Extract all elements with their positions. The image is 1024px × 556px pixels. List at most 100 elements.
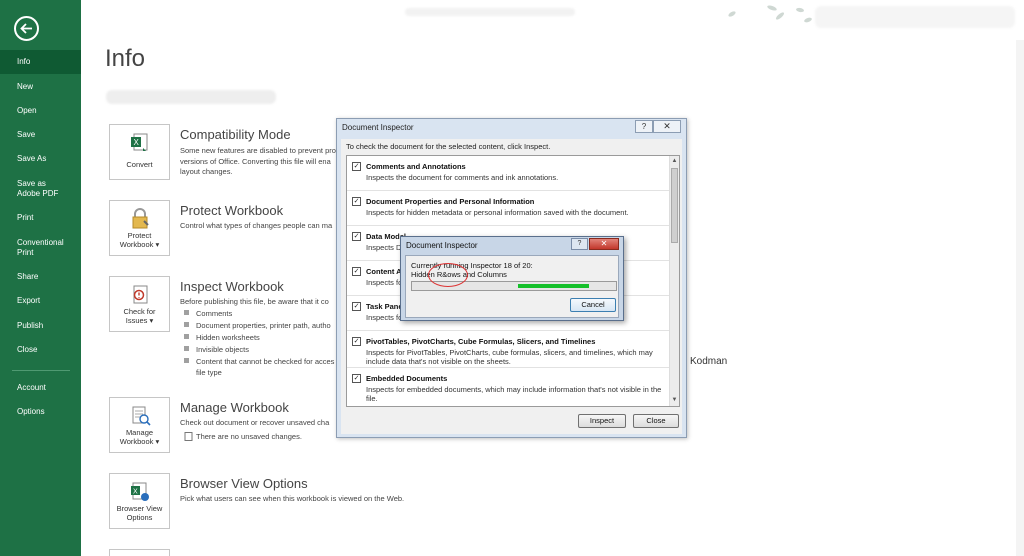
- sidebar-item-export[interactable]: Export: [0, 296, 81, 306]
- sidebar-item-label: Print: [17, 213, 34, 222]
- redacted-filename: [405, 8, 575, 16]
- list-item: ✓ PivotTables, PivotCharts, Cube Formula…: [347, 331, 669, 368]
- sidebar-divider: [12, 370, 70, 371]
- sidebar-item-save-as-pdf[interactable]: Save as Adobe PDF: [0, 179, 70, 199]
- owner-name: Kodman: [690, 356, 728, 367]
- manage-workbook-icon: [132, 406, 151, 426]
- manage-text: Check out document or recover unsaved ch…: [180, 418, 330, 427]
- task-pane-checkbox[interactable]: ✓: [352, 302, 361, 311]
- close-icon[interactable]: ✕: [653, 120, 681, 133]
- page-title: Info: [105, 45, 146, 72]
- excel-backstage: Info New Open Save Save As Save as Adobe…: [0, 0, 1024, 556]
- sidebar-item-options[interactable]: Options: [0, 407, 81, 417]
- tile-label: Issues ▾: [125, 316, 154, 325]
- sidebar-item-account[interactable]: Account: [0, 383, 81, 393]
- next-tile-partial: [109, 549, 170, 556]
- manage-workbook-button[interactable]: Manage Workbook ▾: [109, 397, 170, 453]
- help-button[interactable]: ?: [571, 238, 588, 250]
- inspect-button[interactable]: Inspect: [578, 414, 626, 428]
- dialog-title: Document Inspector: [342, 123, 414, 132]
- sidebar-item-label: Open: [17, 106, 37, 115]
- sidebar-item-save-as[interactable]: Save As: [0, 154, 81, 164]
- svg-text:X: X: [134, 138, 140, 147]
- protect-text: Control what types of changes people can…: [180, 221, 333, 230]
- item-title: Document Properties and Personal Informa…: [366, 197, 535, 206]
- sidebar-item-label: Share: [17, 272, 39, 281]
- sidebar-item-open[interactable]: Open: [0, 106, 81, 116]
- tile-label: Convert: [126, 160, 153, 169]
- cancel-button[interactable]: Cancel: [570, 298, 616, 312]
- sidebar-item-label: Conventional Print: [17, 238, 64, 257]
- sidebar-item-save[interactable]: Save: [0, 130, 81, 140]
- sidebar-item-label: Close: [17, 345, 38, 354]
- sidebar-item-label: Publish: [17, 321, 44, 330]
- page-scrollbar[interactable]: [1016, 40, 1024, 556]
- inspect-bullet-continued: file type: [196, 368, 222, 377]
- protect-workbook-button[interactable]: Protect Workbook ▾: [109, 200, 170, 256]
- compatibility-title: Compatibility Mode: [180, 127, 291, 142]
- compatibility-text: layout changes.: [180, 167, 233, 176]
- sidebar-item-label: Save As: [17, 154, 47, 163]
- sidebar-item-publish[interactable]: Publish: [0, 321, 81, 331]
- sidebar-item-label: New: [17, 82, 34, 91]
- back-arrow-icon[interactable]: [14, 16, 39, 41]
- tile-label: Browser View: [116, 504, 163, 513]
- content-addins-checkbox[interactable]: ✓: [352, 267, 361, 276]
- scroll-up-icon[interactable]: ▲: [671, 157, 678, 166]
- sidebar-item-label: Save: [17, 130, 36, 139]
- sidebar-item-conventional-print[interactable]: Conventional Print: [0, 238, 72, 258]
- data-model-checkbox[interactable]: ✓: [352, 232, 361, 241]
- protect-title: Protect Workbook: [180, 203, 284, 218]
- item-desc: Inspects for PivotTables, PivotCharts, c…: [366, 348, 653, 366]
- tile-label: Check for: [123, 307, 156, 316]
- tile-label: Protect: [127, 231, 152, 240]
- list-scrollbar[interactable]: ▲ ▼: [669, 156, 679, 406]
- sidebar-item-info[interactable]: Info: [0, 50, 81, 74]
- sidebar-item-new[interactable]: New: [0, 82, 81, 92]
- bullet-icon: [184, 334, 189, 339]
- bullet-icon: [184, 346, 189, 351]
- browser-view-text: Pick what users can see when this workbo…: [180, 494, 405, 503]
- progress-fill: [518, 284, 589, 288]
- inspect-bullet: Comments: [196, 309, 233, 318]
- manage-title: Manage Workbook: [180, 400, 289, 415]
- inspect-bullet: Hidden worksheets: [196, 333, 260, 342]
- list-item: ✓ Document Properties and Personal Infor…: [347, 191, 669, 226]
- properties-checkbox[interactable]: ✓: [352, 197, 361, 206]
- comments-checkbox[interactable]: ✓: [352, 162, 361, 171]
- close-icon[interactable]: ✕: [589, 238, 619, 250]
- excel-convert-icon: X: [131, 133, 148, 151]
- sidebar-item-share[interactable]: Share: [0, 272, 81, 282]
- progress-dialog-title: Document Inspector: [406, 241, 478, 250]
- inspect-bullet: Content that cannot be checked for acces: [196, 357, 335, 366]
- inspect-bullet: Invisible objects: [196, 345, 249, 354]
- sidebar-item-label: Account: [17, 383, 46, 392]
- sidebar-item-close[interactable]: Close: [0, 345, 81, 355]
- backstage-sidebar: Info New Open Save Save As Save as Adobe…: [0, 0, 81, 556]
- item-desc: Inspects for hidden metadata or personal…: [366, 208, 629, 217]
- annotation-circle: [428, 263, 468, 287]
- inspect-document-icon: [133, 285, 148, 304]
- check-for-issues-button[interactable]: Check for Issues ▾: [109, 276, 170, 332]
- document-icon: [184, 432, 193, 441]
- close-button[interactable]: Close: [633, 414, 679, 428]
- convert-button[interactable]: X Convert: [109, 124, 170, 180]
- sidebar-item-print[interactable]: Print: [0, 213, 81, 223]
- sidebar-item-label: Options: [17, 407, 45, 416]
- item-title: Comments and Annotations: [366, 162, 466, 171]
- browser-view-options-button[interactable]: X Browser View Options: [109, 473, 170, 529]
- scroll-down-icon[interactable]: ▼: [671, 396, 678, 405]
- pivottables-checkbox[interactable]: ✓: [352, 337, 361, 346]
- embedded-documents-checkbox[interactable]: ✓: [352, 374, 361, 383]
- list-item: ✓ Comments and Annotations Inspects the …: [347, 156, 669, 191]
- bullet-icon: [184, 322, 189, 327]
- browser-view-icon: X: [131, 482, 149, 501]
- help-button[interactable]: ?: [635, 120, 653, 133]
- redacted-account: [815, 6, 1015, 28]
- tile-label: Manage: [125, 428, 154, 437]
- item-desc: Inspects for embedded documents, which m…: [366, 385, 662, 403]
- item-desc: Inspects the document for comments and i…: [366, 173, 559, 182]
- scroll-thumb[interactable]: [671, 168, 678, 243]
- item-title: Embedded Documents: [366, 374, 448, 383]
- compatibility-text: Some new features are disabled to preven…: [180, 146, 336, 155]
